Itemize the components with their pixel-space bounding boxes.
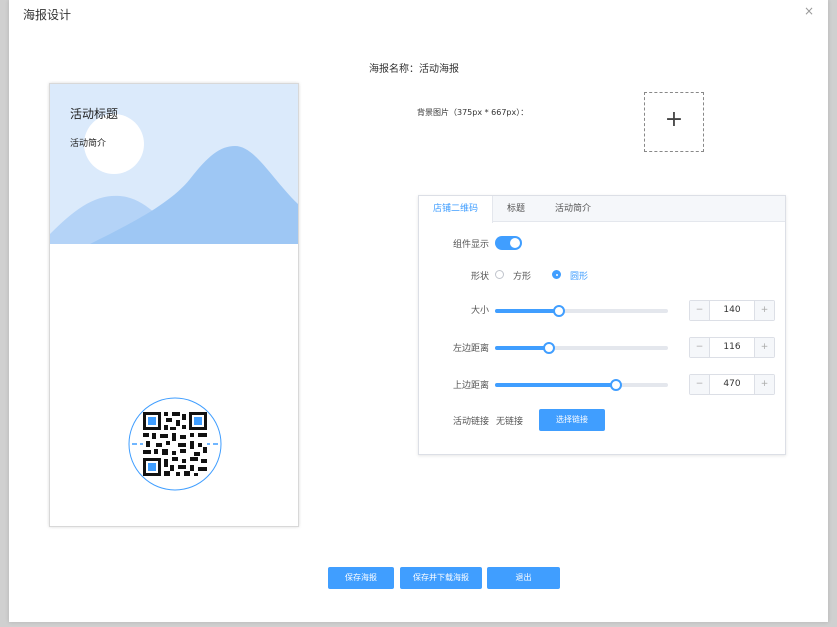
preview-hero-illustration: 活动标题 活动简介 <box>50 84 298 244</box>
left-distance-value[interactable]: 116 <box>710 338 754 357</box>
settings-tabs: 店铺二维码 标题 活动简介 <box>419 196 785 223</box>
top-distance-stepper[interactable]: − 470 + <box>689 374 775 395</box>
top-distance-label: 上边距离 <box>452 381 489 391</box>
left-distance-slider[interactable] <box>495 342 668 354</box>
save-download-poster-button[interactable]: 保存并下载海报 <box>400 567 482 589</box>
left-distance-increase-button[interactable]: + <box>754 338 774 357</box>
tab-title[interactable]: 标题 <box>495 196 537 222</box>
poster-name: 海报名称：活动海报 <box>369 64 459 75</box>
size-value[interactable]: 140 <box>710 301 754 320</box>
activity-link-label: 活动链接 <box>452 417 489 427</box>
background-upload-button[interactable]: + <box>644 92 704 152</box>
left-distance-slider-fill <box>495 346 549 350</box>
shape-square-radio[interactable] <box>495 270 504 279</box>
dialog-title: 海报设计 <box>23 8 72 22</box>
size-label: 大小 <box>470 306 489 316</box>
close-icon[interactable]: × <box>804 4 814 18</box>
top-distance-increase-button[interactable]: + <box>754 375 774 394</box>
left-distance-label: 左边距离 <box>452 344 489 354</box>
top-distance-decrease-button[interactable]: − <box>690 375 710 394</box>
save-poster-button[interactable]: 保存海报 <box>328 567 394 589</box>
top-distance-slider-fill <box>495 383 617 387</box>
top-distance-slider-handle[interactable] <box>610 379 623 391</box>
shape-label: 形状 <box>470 272 489 282</box>
left-distance-slider-handle[interactable] <box>542 342 555 354</box>
background-image-label: 背景图片（375px * 667px）： <box>417 108 529 117</box>
shape-circle-label[interactable]: 圆形 <box>570 269 588 282</box>
size-stepper[interactable]: − 140 + <box>689 300 775 321</box>
display-label: 组件显示 <box>452 240 489 250</box>
shop-qrcode <box>128 397 222 491</box>
settings-panel: 店铺二维码 标题 活动简介 组件显示 形状 方形 圆形 大小 − 140 + 左… <box>418 195 786 455</box>
left-distance-decrease-button[interactable]: − <box>690 338 710 357</box>
shape-circle-radio[interactable] <box>552 270 561 279</box>
top-distance-value[interactable]: 470 <box>710 375 754 394</box>
shape-square-label[interactable]: 方形 <box>513 269 531 282</box>
exit-button[interactable]: 退出 <box>487 567 560 589</box>
qrcode-icon <box>128 397 222 491</box>
preview-subtitle: 活动简介 <box>70 139 107 149</box>
top-distance-slider[interactable] <box>495 379 668 391</box>
poster-preview: 活动标题 活动简介 <box>49 83 299 527</box>
poster-design-dialog: 海报设计 × 海报名称：活动海报 活动标题 活动简介 背景图片（375px * … <box>9 0 828 622</box>
activity-link-value: 无链接 <box>496 417 524 427</box>
size-slider-handle[interactable] <box>553 305 565 317</box>
size-slider[interactable] <box>495 305 668 317</box>
preview-title: 活动标题 <box>70 107 119 121</box>
tab-shop-qrcode[interactable]: 店铺二维码 <box>419 196 493 223</box>
tab-activity-intro[interactable]: 活动简介 <box>543 196 603 222</box>
size-decrease-button[interactable]: − <box>690 301 710 320</box>
select-link-button[interactable]: 选择链接 <box>539 409 605 431</box>
plus-icon: + <box>664 107 684 132</box>
size-slider-fill <box>495 309 559 313</box>
left-distance-stepper[interactable]: − 116 + <box>689 337 775 358</box>
display-toggle[interactable] <box>495 236 522 250</box>
size-increase-button[interactable]: + <box>754 301 774 320</box>
